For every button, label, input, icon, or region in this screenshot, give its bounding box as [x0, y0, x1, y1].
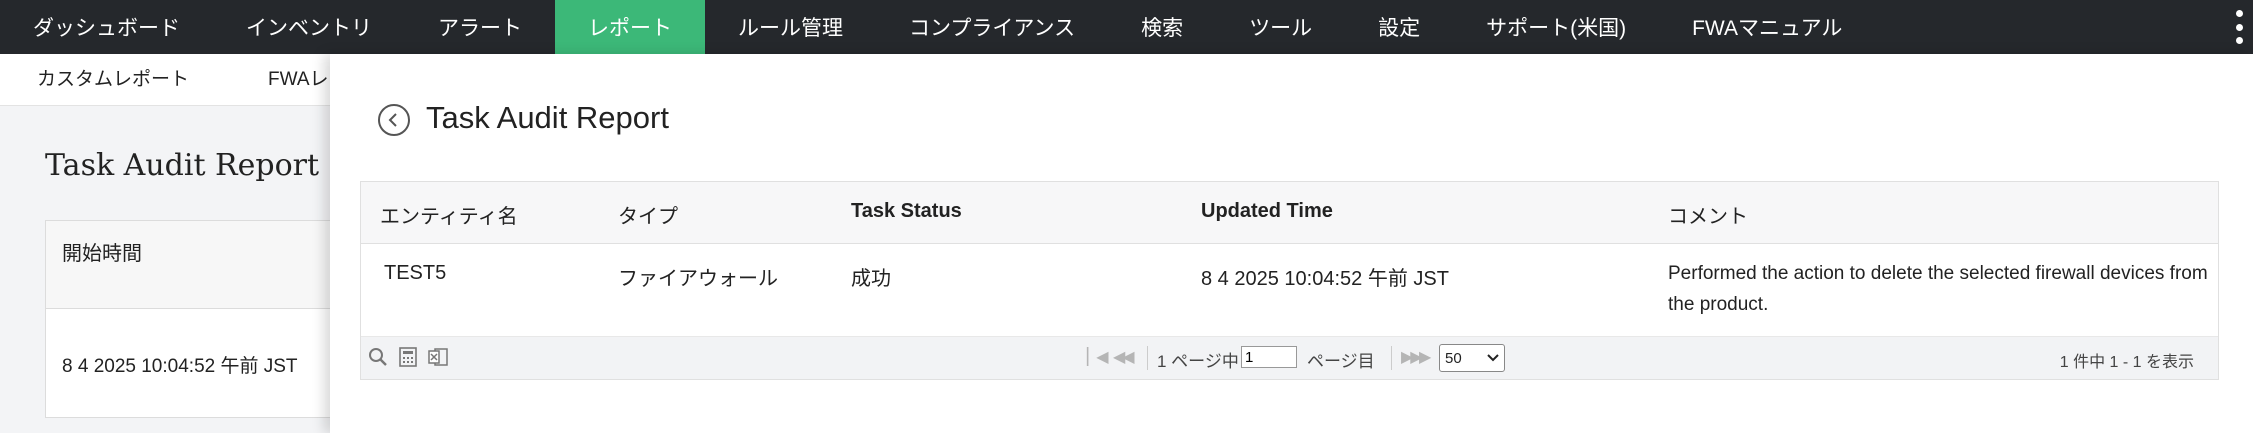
column-header-entity[interactable]: エンティティ名	[380, 200, 518, 229]
calculator-icon[interactable]	[397, 346, 419, 368]
pager-divider	[1391, 346, 1392, 370]
column-header-updated-time[interactable]: Updated Time	[1201, 200, 1333, 223]
nav-settings[interactable]: 設定	[1345, 0, 1453, 54]
search-icon[interactable]	[367, 346, 389, 368]
background-column-header: 開始時間	[46, 221, 344, 309]
cell-entity: TEST5	[384, 262, 447, 284]
last-page-icon[interactable]: ▶▕	[1419, 347, 1441, 367]
top-navigation: ダッシュボード インベントリ アラート レポート ルール管理 コンプライアンス …	[0, 0, 2253, 54]
record-count-summary: 1 件中 1 - 1 を表示	[2059, 354, 2194, 371]
column-header-comment[interactable]: コメント	[1668, 200, 1748, 229]
page-size-select[interactable]: 50	[1439, 344, 1505, 372]
nav-fwa-manual[interactable]: FWAマニュアル	[1659, 0, 1875, 54]
next-page-icon[interactable]: ▶▶	[1401, 347, 1423, 367]
more-menu-icon[interactable]	[2233, 10, 2245, 44]
previous-page-icon[interactable]: ◀◀	[1113, 347, 1135, 367]
table-header-row: エンティティ名 タイプ Task Status Updated Time コメン…	[361, 182, 2218, 244]
nav-compliance[interactable]: コンプライアンス	[876, 0, 1108, 54]
column-header-type[interactable]: タイプ	[618, 200, 678, 229]
excel-export-icon[interactable]	[427, 346, 449, 368]
page-title: Task Audit Report	[426, 100, 669, 135]
nav-reports[interactable]: レポート	[555, 0, 705, 54]
cell-updated-time: 8 4 2025 10:04:52 午前 JST	[1201, 268, 1449, 290]
chevron-down-icon	[1487, 354, 1499, 362]
cell-type: ファイアウォール	[618, 268, 778, 290]
pagination-bar: ▏◀ ◀◀ 1 ページ中 ページ目 ▶▶ ▶▕ 50 1 件中 1 - 1 を表…	[361, 337, 2218, 379]
cell-status: 成功	[851, 268, 891, 290]
first-page-icon[interactable]: ▏◀	[1087, 347, 1109, 367]
page-prefix-label: 1 ページ中	[1157, 352, 1239, 371]
page-suffix-label: ページ目	[1307, 352, 1375, 371]
nav-rule-management[interactable]: ルール管理	[705, 0, 876, 54]
table-row[interactable]: TEST5 ファイアウォール 成功 8 4 2025 10:04:52 午前 J…	[361, 244, 2218, 337]
background-cell: 8 4 2025 10:04:52 午前 JST	[62, 356, 298, 377]
nav-tools[interactable]: ツール	[1216, 0, 1345, 54]
cell-comment: Performed the action to delete the selec…	[1668, 263, 2208, 315]
nav-inventory[interactable]: インベントリ	[213, 0, 405, 54]
back-arrow-icon[interactable]	[378, 104, 410, 136]
column-header-task-status[interactable]: Task Status	[851, 200, 962, 223]
subnav-custom-report[interactable]: カスタムレポート	[37, 54, 189, 106]
subnav-fwa-report[interactable]: FWAレ	[268, 54, 329, 106]
nav-alerts[interactable]: アラート	[405, 0, 555, 54]
background-page-title: Task Audit Report	[45, 148, 320, 183]
report-table: エンティティ名 タイプ Task Status Updated Time コメン…	[360, 181, 2219, 380]
background-table: 開始時間 8 4 2025 10:04:52 午前 JST	[45, 220, 345, 418]
page-size-value: 50	[1445, 349, 1462, 367]
page-number-input[interactable]	[1241, 346, 1297, 368]
report-panel: Task Audit Report エンティティ名 タイプ Task Statu…	[330, 54, 2253, 433]
pager-divider	[1147, 346, 1148, 370]
nav-search[interactable]: 検索	[1108, 0, 1216, 54]
nav-dashboard[interactable]: ダッシュボード	[0, 0, 213, 54]
nav-support[interactable]: サポート(米国)	[1453, 0, 1659, 54]
